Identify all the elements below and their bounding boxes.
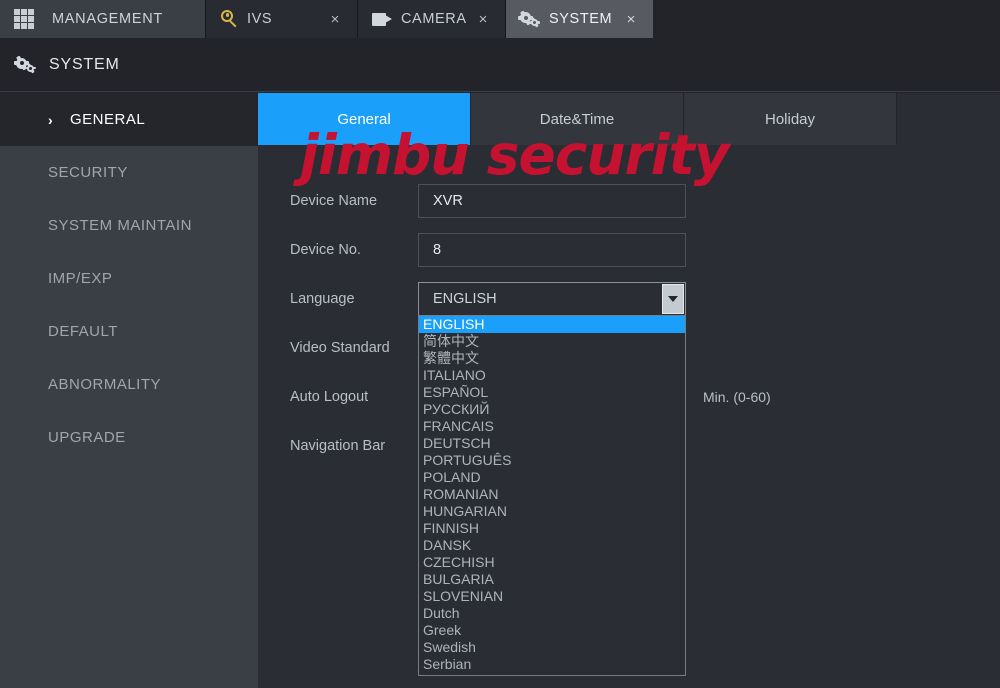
top-tab-bar: MANAGEMENT IVS × CAMERA × SYSTEM ×: [0, 0, 1000, 38]
row-language: Language ENGLISH ENGLISH 简体中文 繁體中文 ITALIANO…: [290, 274, 990, 676]
language-option[interactable]: Swedish: [419, 639, 685, 656]
language-option[interactable]: ITALIANO: [419, 367, 685, 384]
language-option[interactable]: SLOVENIAN: [419, 588, 685, 605]
language-option[interactable]: ENGLISH: [419, 315, 685, 333]
language-option[interactable]: CZECHISH: [419, 554, 685, 571]
sidebar: › GENERAL SECURITY SYSTEM MAINTAIN IMP/E…: [0, 93, 258, 688]
tab-general[interactable]: General: [258, 93, 471, 145]
language-option[interactable]: HUNGARIAN: [419, 503, 685, 520]
language-select[interactable]: ENGLISH ENGLISH 简体中文 繁體中文 ITALIANO ESPAÑOL РУ…: [418, 281, 686, 676]
tab-system-label: SYSTEM: [549, 11, 613, 27]
language-option[interactable]: 简体中文: [419, 333, 685, 350]
language-option[interactable]: Serbian: [419, 656, 685, 673]
management-button[interactable]: MANAGEMENT: [0, 0, 205, 38]
gears-icon: [14, 57, 36, 73]
language-option[interactable]: FINNISH: [419, 520, 685, 537]
device-no-label: Device No.: [290, 241, 361, 258]
language-label: Language: [290, 290, 355, 307]
management-label: MANAGEMENT: [52, 11, 163, 27]
language-option[interactable]: ESPAÑOL: [419, 384, 685, 401]
language-option[interactable]: DEUTSCH: [419, 435, 685, 452]
row-device-name: Device Name XVR: [290, 176, 990, 225]
tab-holiday[interactable]: Holiday: [684, 93, 897, 145]
device-name-label: Device Name: [290, 192, 378, 209]
language-option[interactable]: Greek: [419, 622, 685, 639]
camcorder-icon: [372, 12, 392, 26]
sub-tab-bar: General Date&Time Holiday: [258, 93, 898, 145]
tab-date-time[interactable]: Date&Time: [471, 93, 684, 145]
sidebar-item-label: IMP/EXP: [48, 270, 113, 287]
sidebar-item-security[interactable]: SECURITY: [0, 146, 258, 199]
navigation-bar-label: Navigation Bar: [290, 437, 386, 454]
device-no-input[interactable]: 8: [418, 232, 686, 267]
sidebar-item-label: GENERAL: [70, 111, 146, 128]
page-title: SYSTEM: [49, 55, 120, 73]
gears-icon: [518, 11, 540, 27]
close-icon[interactable]: ×: [624, 10, 639, 29]
device-name-input[interactable]: XVR: [418, 183, 686, 218]
chevron-down-icon[interactable]: [662, 283, 684, 314]
language-option[interactable]: ROMANIAN: [419, 486, 685, 503]
language-option[interactable]: 繁體中文: [419, 350, 685, 367]
tab-system[interactable]: SYSTEM ×: [505, 0, 653, 38]
page-header: SYSTEM: [0, 38, 1000, 92]
language-option[interactable]: FRANCAIS: [419, 418, 685, 435]
sidebar-item-label: SECURITY: [48, 164, 128, 181]
close-icon[interactable]: ×: [476, 10, 491, 29]
tab-ivs[interactable]: IVS ×: [205, 0, 357, 38]
sidebar-item-system-maintain[interactable]: SYSTEM MAINTAIN: [0, 199, 258, 252]
language-option[interactable]: РУССКИЙ: [419, 401, 685, 418]
language-option[interactable]: BULGARIA: [419, 571, 685, 588]
close-icon[interactable]: ×: [328, 10, 343, 29]
sidebar-item-default[interactable]: DEFAULT: [0, 305, 258, 358]
sidebar-item-label: ABNORMALITY: [48, 376, 162, 393]
tab-camera[interactable]: CAMERA ×: [357, 0, 505, 38]
sidebar-item-label: UPGRADE: [48, 429, 126, 446]
sidebar-item-imp-exp[interactable]: IMP/EXP: [0, 252, 258, 305]
sidebar-item-label: DEFAULT: [48, 323, 118, 340]
content-panel: General Date&Time Holiday Device Name XV…: [258, 93, 1000, 688]
sidebar-item-general[interactable]: › GENERAL: [0, 93, 258, 146]
language-option[interactable]: Dutch: [419, 605, 685, 622]
chevron-right-icon: ›: [48, 111, 54, 128]
language-option[interactable]: POLAND: [419, 469, 685, 486]
tab-camera-label: CAMERA: [400, 11, 467, 27]
general-settings-form: Device Name XVR Device No. 8 Language EN…: [290, 176, 990, 676]
tab-ivs-label: IVS: [247, 11, 273, 27]
auto-logout-hint: Min. (0-60): [703, 388, 771, 405]
sidebar-item-abnormality[interactable]: ABNORMALITY: [0, 358, 258, 411]
auto-logout-label: Auto Logout: [290, 388, 369, 405]
language-option-list[interactable]: ENGLISH 简体中文 繁體中文 ITALIANO ESPAÑOL РУССКИЙ FRA…: [418, 314, 686, 676]
sidebar-item-upgrade[interactable]: UPGRADE: [0, 411, 258, 464]
video-standard-label: Video Standard: [290, 339, 390, 356]
grid-icon: [14, 9, 34, 29]
language-option[interactable]: DANSK: [419, 537, 685, 554]
ivs-magnifier-icon: [220, 10, 238, 28]
language-option[interactable]: PORTUGUÊS: [419, 452, 685, 469]
row-device-no: Device No. 8: [290, 225, 990, 274]
sidebar-item-label: SYSTEM MAINTAIN: [48, 217, 192, 234]
language-select-value[interactable]: ENGLISH: [418, 281, 686, 316]
